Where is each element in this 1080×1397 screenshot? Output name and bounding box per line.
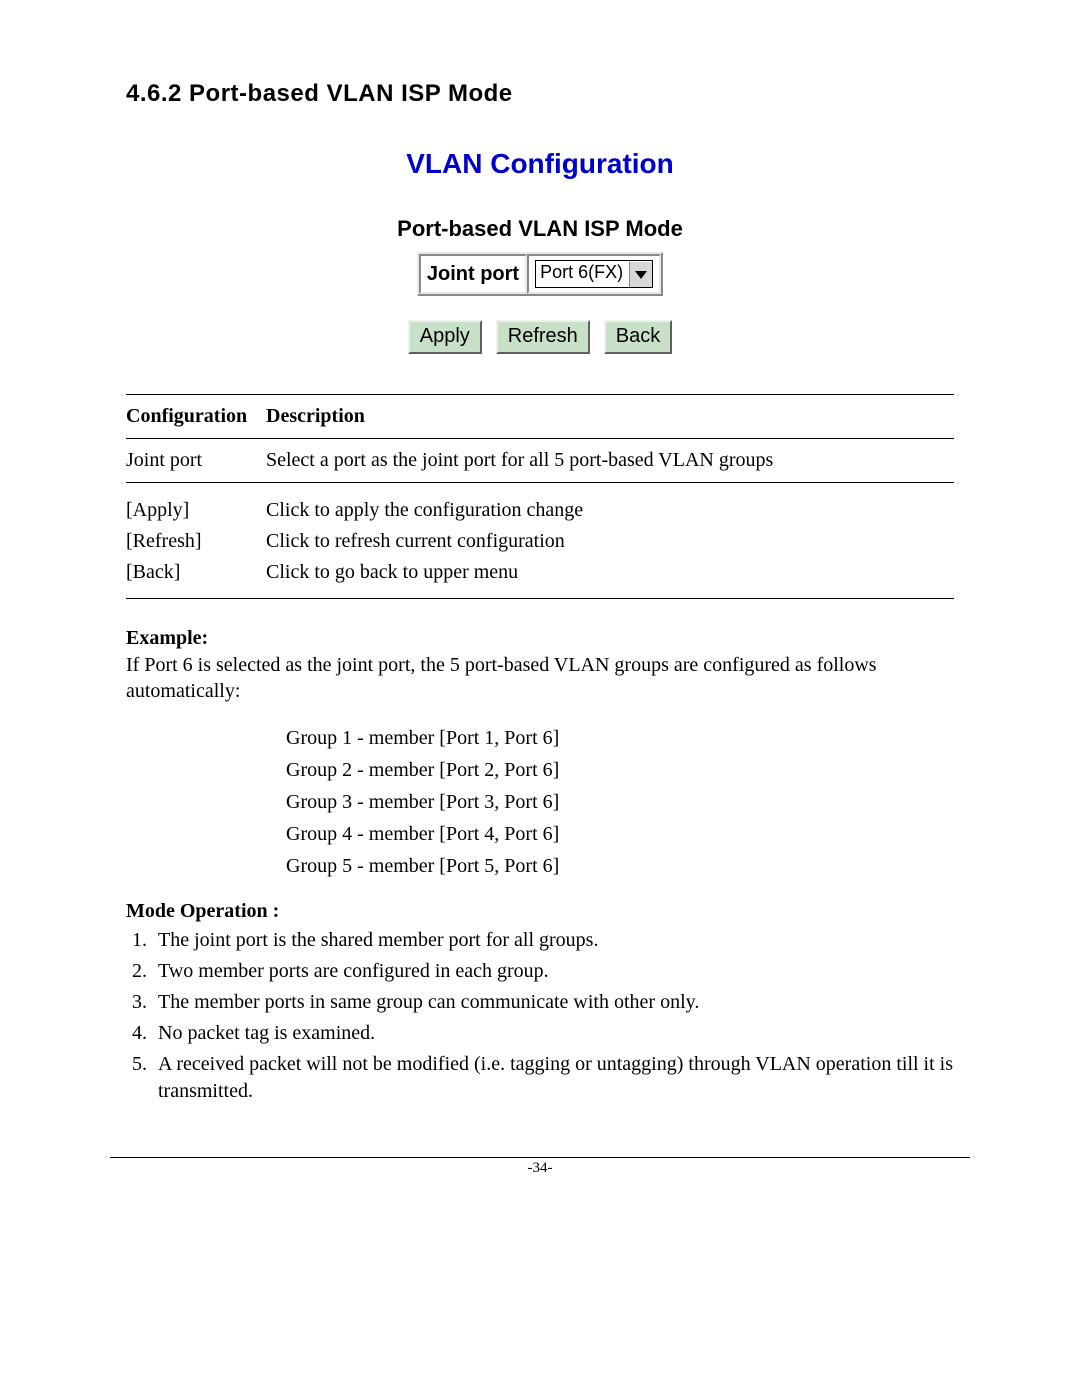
embedded-screenshot: VLAN Configuration Port-based VLAN ISP M… [126,148,954,354]
list-item: A received packet will not be modified (… [152,1051,954,1105]
cell-desc: Click to refresh current configuration [266,526,954,557]
cell-desc: Click to go back to upper menu [266,557,954,599]
buttons-row: Apply Refresh Back [126,320,954,354]
config-description-table: Configuration Description Joint port Sel… [126,394,954,599]
table-header-description: Description [266,395,954,439]
vlan-config-title: VLAN Configuration [126,148,954,180]
list-item: No packet tag is examined. [152,1020,954,1047]
mode-operation-list: The joint port is the shared member port… [126,927,954,1105]
mode-operation-block: Mode Operation : The joint port is the s… [126,900,954,1105]
table-row: [Apply] Click to apply the configuration… [126,483,954,527]
table-row: [Refresh] Click to refresh current confi… [126,526,954,557]
example-title: Example: [126,627,208,649]
page-footer: -34- [110,1157,970,1177]
joint-port-label: Joint port [419,254,527,294]
apply-button[interactable]: Apply [408,320,482,354]
example-block: Example: If Port 6 is selected as the jo… [126,627,954,882]
group-item: Group 2 - member [Port 2, Port 6] [286,754,954,786]
cell-desc: Click to apply the configuration change [266,483,954,527]
cell-desc: Select a port as the joint port for all … [266,439,954,483]
page-number: -34- [528,1160,553,1176]
group-item: Group 1 - member [Port 1, Port 6] [286,722,954,754]
joint-port-dropdown[interactable]: Port 6(FX) [535,260,653,288]
list-item: Two member ports are configured in each … [152,958,954,985]
section-heading: 4.6.2 Port-based VLAN ISP Mode [126,80,954,108]
joint-port-cell: Port 6(FX) [527,254,661,294]
group-item: Group 3 - member [Port 3, Port 6] [286,786,954,818]
group-item: Group 4 - member [Port 4, Port 6] [286,818,954,850]
cell-config: [Apply] [126,483,266,527]
joint-port-table: Joint port Port 6(FX) [417,252,663,296]
cell-config: Joint port [126,439,266,483]
document-page: 4.6.2 Port-based VLAN ISP Mode VLAN Conf… [0,0,1080,1397]
cell-config: [Back] [126,557,266,599]
joint-port-dropdown-value: Port 6(FX) [536,261,629,287]
table-row: [Back] Click to go back to upper menu [126,557,954,599]
mode-operation-title: Mode Operation : [126,900,954,923]
mode-title: Port-based VLAN ISP Mode [126,216,954,242]
table-row: Joint port Select a port as the joint po… [126,439,954,483]
example-text: If Port 6 is selected as the joint port,… [126,652,954,704]
group-item: Group 5 - member [Port 5, Port 6] [286,850,954,882]
refresh-button[interactable]: Refresh [496,320,590,354]
list-item: The member ports in same group can commu… [152,989,954,1016]
back-button[interactable]: Back [604,320,672,354]
list-item: The joint port is the shared member port… [152,927,954,954]
table-header-configuration: Configuration [126,395,266,439]
chevron-down-icon [629,261,652,287]
group-list: Group 1 - member [Port 1, Port 6] Group … [286,722,954,882]
cell-config: [Refresh] [126,526,266,557]
